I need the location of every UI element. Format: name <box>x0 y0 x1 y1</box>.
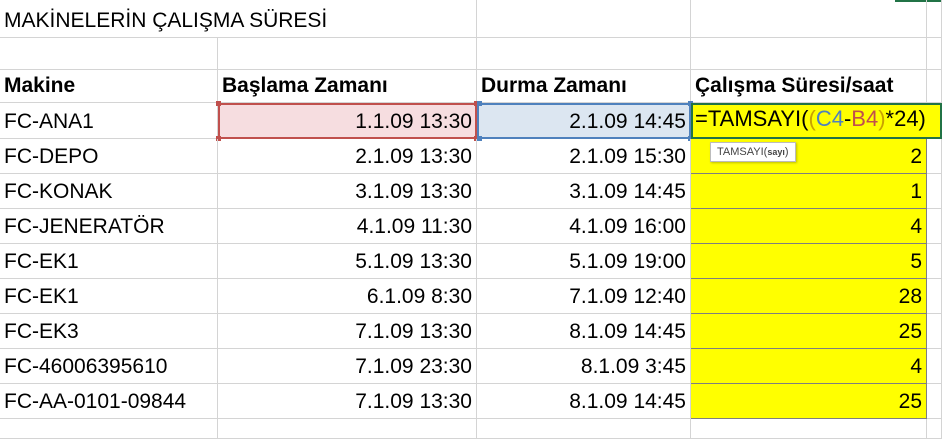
hours-cell[interactable]: 4 <box>691 209 927 244</box>
stop-cell[interactable]: 4.1.09 16:00 <box>477 209 691 244</box>
machine-cell[interactable]: FC-DEPO <box>0 139 218 174</box>
formula-edit-cell[interactable]: =TAMSAYI((C4- B4) *24) <box>691 103 942 139</box>
tooltip-argument[interactable]: sayı <box>767 147 785 157</box>
cell[interactable] <box>927 279 942 314</box>
machine-cell[interactable]: FC-46006395610 <box>0 349 218 384</box>
start-cell[interactable]: 4.1.09 11:30 <box>218 209 477 244</box>
cell[interactable] <box>477 38 691 70</box>
stop-cell[interactable]: 8.1.09 14:45 <box>477 384 691 419</box>
table-row: FC-EK1 5.1.09 13:30 5.1.09 19:00 5 <box>0 244 942 279</box>
empty-row <box>0 38 942 70</box>
start-cell[interactable]: 6.1.09 8:30 <box>218 279 477 314</box>
cell[interactable] <box>927 209 942 244</box>
tooltip-function-name: TAMSAYI( <box>717 146 768 158</box>
stop-cell-referenced-c4[interactable]: 2.1.09 14:45 <box>477 103 691 139</box>
header-stop-time[interactable]: Durma Zamanı <box>477 70 691 103</box>
hours-cell[interactable]: 25 <box>691 314 927 349</box>
start-cell[interactable]: 7.1.09 13:30 <box>218 314 477 349</box>
cell[interactable] <box>0 38 218 70</box>
cell[interactable] <box>691 38 927 70</box>
formula-paren-close: ) <box>878 106 886 131</box>
hours-cell[interactable]: 25 <box>691 384 927 419</box>
header-machine[interactable]: Makine <box>0 70 218 103</box>
start-cell[interactable]: 7.1.09 13:30 <box>218 384 477 419</box>
start-cell[interactable]: 7.1.09 23:30 <box>218 349 477 384</box>
tooltip-close-paren: ) <box>784 146 789 158</box>
spreadsheet-grid: MAKİNELERİN ÇALIŞMA SÜRESİ Makine Başlam… <box>0 0 942 439</box>
formula-function-text: =TAMSAYI( <box>695 106 809 131</box>
table-row: FC-EK3 7.1.09 13:30 8.1.09 14:45 25 <box>0 314 942 349</box>
cell[interactable] <box>927 244 942 279</box>
table-row: FC-JENERATÖR 4.1.09 11:30 4.1.09 16:00 4 <box>0 209 942 244</box>
formula-ref-b4: B4 <box>851 106 879 131</box>
header-start-time[interactable]: Başlama Zamanı <box>218 70 477 103</box>
cell[interactable] <box>927 174 942 209</box>
machine-cell[interactable]: FC-AA-0101-09844 <box>0 384 218 419</box>
header-row: Makine Başlama Zamanı Durma Zamanı Çalış… <box>0 70 942 103</box>
ref-handle[interactable] <box>477 101 482 106</box>
machine-cell[interactable]: FC-KONAK <box>0 174 218 209</box>
hours-cell[interactable]: 5 <box>691 244 927 279</box>
hours-cell[interactable]: 4 <box>691 349 927 384</box>
stop-cell[interactable]: 7.1.09 12:40 <box>477 279 691 314</box>
table-row: FC-46006395610 7.1.09 23:30 8.1.09 3:45 … <box>0 349 942 384</box>
empty-row <box>0 419 942 439</box>
formula-minus: - <box>843 106 852 131</box>
table-row: FC-KONAK 3.1.09 13:30 3.1.09 14:45 1 <box>0 174 942 209</box>
cell[interactable] <box>477 419 691 439</box>
cell[interactable] <box>691 0 927 38</box>
ref-handle[interactable] <box>216 101 221 106</box>
cell[interactable] <box>927 0 942 38</box>
machine-cell[interactable]: FC-EK1 <box>0 244 218 279</box>
cell[interactable] <box>218 419 477 439</box>
cell[interactable] <box>218 0 477 38</box>
header-run-hours[interactable]: Çalışma Süresi/saat <box>691 70 927 103</box>
machine-cell[interactable]: FC-ANA1 <box>0 103 218 139</box>
cell[interactable] <box>927 384 942 419</box>
cell[interactable] <box>927 70 942 103</box>
start-cell-referenced-b4[interactable]: 1.1.09 13:30 <box>218 103 477 139</box>
formula-tail: *24) <box>885 106 926 131</box>
table-row: FC-AA-0101-09844 7.1.09 13:30 8.1.09 14:… <box>0 384 942 419</box>
table-row: FC-DEPO 2.1.09 13:30 2.1.09 15:30 2 <box>0 139 942 174</box>
cell[interactable] <box>927 38 942 70</box>
title-row: MAKİNELERİN ÇALIŞMA SÜRESİ <box>0 0 942 38</box>
cell[interactable] <box>218 38 477 70</box>
machine-cell[interactable]: FC-EK3 <box>0 314 218 349</box>
start-cell[interactable]: 5.1.09 13:30 <box>218 244 477 279</box>
cell[interactable] <box>927 419 942 439</box>
cell[interactable] <box>927 314 942 349</box>
start-cell[interactable]: 3.1.09 13:30 <box>218 174 477 209</box>
machine-cell[interactable]: FC-JENERATÖR <box>0 209 218 244</box>
cell[interactable] <box>927 349 942 384</box>
formula-paren-open: ( <box>808 106 816 131</box>
formula-ref-c4: C4 <box>815 106 844 131</box>
table-row: FC-EK1 6.1.09 8:30 7.1.09 12:40 28 <box>0 279 942 314</box>
start-cell[interactable]: 2.1.09 13:30 <box>218 139 477 174</box>
cell[interactable] <box>927 139 942 174</box>
cell[interactable] <box>477 0 691 38</box>
sheet-title[interactable]: MAKİNELERİN ÇALIŞMA SÜRESİ <box>0 0 327 38</box>
machine-cell[interactable]: FC-EK1 <box>0 279 218 314</box>
stop-cell[interactable]: 5.1.09 19:00 <box>477 244 691 279</box>
stop-cell[interactable]: 8.1.09 14:45 <box>477 314 691 349</box>
hours-cell[interactable]: 1 <box>691 174 927 209</box>
cell[interactable] <box>0 419 218 439</box>
hours-cell[interactable]: 28 <box>691 279 927 314</box>
function-argument-tooltip[interactable]: TAMSAYI(sayı) <box>710 142 796 162</box>
stop-cell[interactable]: 3.1.09 14:45 <box>477 174 691 209</box>
stop-cell[interactable]: 2.1.09 15:30 <box>477 139 691 174</box>
stop-cell[interactable]: 8.1.09 3:45 <box>477 349 691 384</box>
cell[interactable] <box>691 419 927 439</box>
table-row: FC-ANA1 1.1.09 13:30 2.1.09 14:45 =TAMSA… <box>0 103 942 139</box>
